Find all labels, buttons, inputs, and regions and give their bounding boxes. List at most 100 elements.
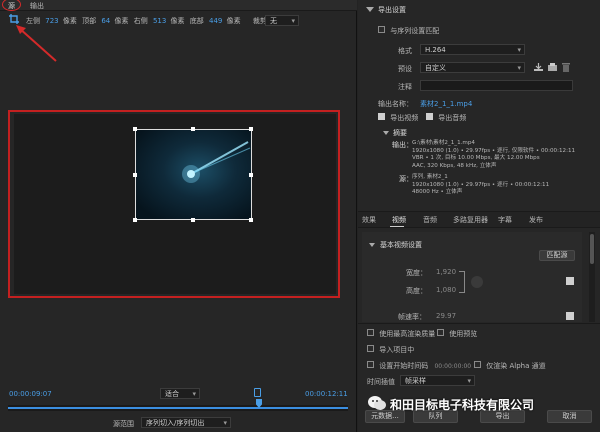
tab-bar <box>0 0 357 11</box>
width-label: 宽度： <box>406 269 427 277</box>
export-video-label: 导出视频 <box>390 114 419 122</box>
summary-output-line: 1920x1080 (1.0) • 29.97fps • 逐行, 仅限软件 • … <box>412 147 576 154</box>
export-audio-row[interactable]: 导出音频 <box>426 113 466 123</box>
current-time[interactable]: 00:00:09:07 <box>9 390 52 398</box>
use-preview-row[interactable]: 使用预览 <box>437 329 477 339</box>
export-video-checkbox[interactable] <box>378 113 385 120</box>
source-range-dropdown[interactable]: 序列切入/序列切出 <box>141 417 231 428</box>
crop-top-label: 顶部 <box>82 17 97 25</box>
crop-bottom-value[interactable]: 449 <box>209 17 222 25</box>
height-label: 高度： <box>406 287 427 295</box>
interpolation-dropdown[interactable]: 帧采样 <box>400 375 475 386</box>
summary-output-line: AAC, 320 Kbps, 48 kHz, 立体声 <box>412 162 497 169</box>
render-alpha-row[interactable]: 仅渲染 Alpha 通道 <box>474 361 546 371</box>
preset-dropdown[interactable]: 自定义 <box>420 62 525 73</box>
use-preview-label: 使用预览 <box>449 330 478 338</box>
frame-rate-label: 帧速率： <box>398 313 426 321</box>
tab-video[interactable]: 视频 <box>392 215 406 225</box>
crop-handle-mr[interactable] <box>249 173 253 177</box>
crop-handle-bl[interactable] <box>133 218 137 222</box>
delete-preset-icon[interactable] <box>562 63 570 72</box>
crop-handle-bm[interactable] <box>191 218 195 222</box>
crop-handle-tl[interactable] <box>133 127 137 131</box>
width-value[interactable]: 1,920 <box>436 268 456 276</box>
width-match-checkbox[interactable] <box>566 277 574 285</box>
summary-output-lines: G:\素材\素材2_1_1.mp4 1920x1080 (1.0) • 29.9… <box>412 140 575 170</box>
tab-video-underline <box>390 226 404 227</box>
import-project-label: 导入项目中 <box>379 346 415 354</box>
frame-rate-value[interactable]: 29.97 <box>436 312 456 320</box>
import-project-row[interactable]: 导入项目中 <box>367 345 414 355</box>
aspect-link-button[interactable] <box>471 276 483 288</box>
export-video-row[interactable]: 导出视频 <box>378 113 418 123</box>
crop-handle-br[interactable] <box>249 218 253 222</box>
settings-scrollbar[interactable] <box>589 232 595 322</box>
match-sequence-label: 与序列设置匹配 <box>390 27 440 35</box>
crop-handle-tm[interactable] <box>191 127 195 131</box>
watermark-icon <box>367 394 387 412</box>
crop-handle-tr[interactable] <box>249 127 253 131</box>
crop-top-value[interactable]: 64 <box>101 17 110 25</box>
scrollbar-thumb[interactable] <box>590 234 594 264</box>
crop-handle-ml[interactable] <box>133 173 137 177</box>
start-timecode-row[interactable]: 设置开始时间码 00:00:00:00 <box>367 361 471 371</box>
export-settings-header: 导出设置 <box>378 6 406 14</box>
max-render-checkbox[interactable] <box>367 329 374 336</box>
summary-source-key: 源： <box>399 175 413 183</box>
crop-icon[interactable] <box>9 14 19 24</box>
output-name-label: 输出名称： <box>378 100 413 108</box>
use-preview-checkbox[interactable] <box>437 329 444 336</box>
comment-label: 注释 <box>398 83 412 91</box>
start-timecode-checkbox[interactable] <box>367 361 374 368</box>
match-sequence-row[interactable]: 与序列设置匹配 <box>378 26 439 36</box>
format-dropdown[interactable]: H.264 <box>420 44 525 55</box>
timeline-track[interactable] <box>8 405 348 411</box>
start-timecode-value[interactable]: 00:00:00:00 <box>434 363 471 370</box>
match-source-button[interactable]: 匹配源 <box>539 250 575 261</box>
summary-output-key: 输出： <box>392 141 413 149</box>
output-name-value[interactable]: 素材2_1_1.mp4 <box>420 99 472 109</box>
summary-toggle-icon[interactable] <box>383 131 389 135</box>
comment-input[interactable] <box>420 80 573 91</box>
tab-effects[interactable]: 效果 <box>362 215 376 225</box>
crop-right-unit: 像素 <box>170 17 185 25</box>
match-sequence-checkbox[interactable] <box>378 26 385 33</box>
max-render-label: 使用最高渲染质量 <box>379 330 436 338</box>
tab-multiplexer[interactable]: 多路复用器 <box>453 215 488 225</box>
crop-bottom-unit: 像素 <box>226 17 241 25</box>
video-settings-header: 基本视频设置 <box>380 241 422 249</box>
max-render-row[interactable]: 使用最高渲染质量 <box>367 329 435 339</box>
render-alpha-checkbox[interactable] <box>474 361 481 368</box>
height-value[interactable]: 1,080 <box>436 286 456 294</box>
export-settings-icon[interactable] <box>366 7 374 12</box>
import-project-checkbox[interactable] <box>367 345 374 352</box>
bottom-divider <box>358 323 600 324</box>
summary-output-line: VBR • 1 次, 目标 10.00 Mbps, 最大 12.00 Mbps <box>412 155 540 161</box>
frame-rate-match-checkbox[interactable] <box>566 312 574 320</box>
cancel-button[interactable]: 取消 <box>547 410 592 423</box>
fit-dropdown[interactable]: 适合 <box>160 388 200 399</box>
tab-captions[interactable]: 字幕 <box>498 215 512 225</box>
aspect-link-icon[interactable] <box>459 271 465 293</box>
summary-source-line: 序列, 素材2_1 <box>412 174 448 180</box>
summary-title: 摘要 <box>393 129 407 137</box>
export-audio-label: 导出音频 <box>438 114 467 122</box>
end-time: 00:00:12:11 <box>305 390 348 398</box>
import-preset-icon[interactable] <box>548 63 557 71</box>
save-preset-icon[interactable] <box>534 63 543 71</box>
tab-publish[interactable]: 发布 <box>529 215 543 225</box>
tab-audio[interactable]: 音频 <box>423 215 437 225</box>
crop-left-unit: 像素 <box>62 17 77 25</box>
crop-ratio-dropdown[interactable]: 无 <box>265 15 299 26</box>
export-audio-checkbox[interactable] <box>426 113 433 120</box>
preset-label: 预设 <box>398 65 412 73</box>
summary-source-lines: 序列, 素材2_1 1920x1080 (1.0) • 29.97fps • 逐… <box>412 174 549 197</box>
crop-top-unit: 像素 <box>114 17 129 25</box>
video-settings-toggle-icon[interactable] <box>369 243 375 247</box>
format-label: 格式 <box>398 47 412 55</box>
playhead-top-icon[interactable] <box>254 388 261 397</box>
video-thumbnail <box>135 129 252 220</box>
tab-output[interactable]: 输出 <box>30 1 44 11</box>
crop-right-value[interactable]: 513 <box>153 17 166 25</box>
watermark-text: 和田目标电子科技有限公司 <box>390 398 535 412</box>
